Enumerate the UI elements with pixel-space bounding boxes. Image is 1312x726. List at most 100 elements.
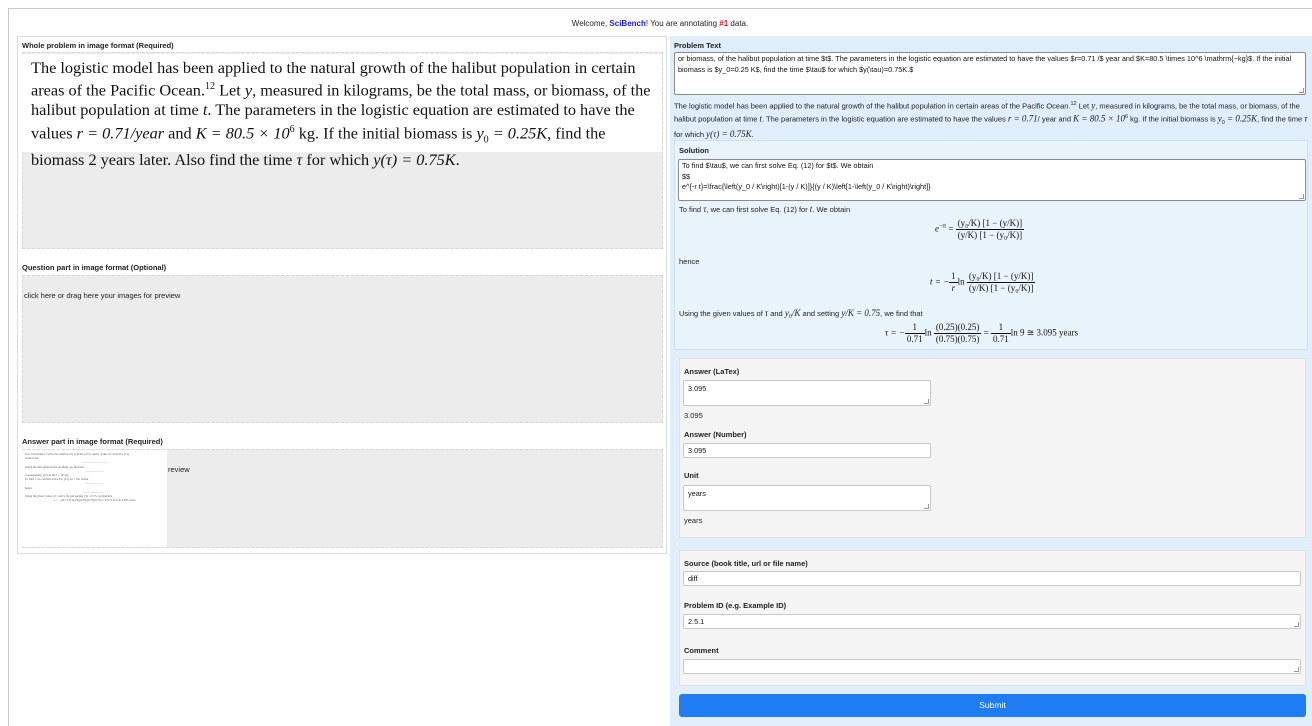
resize-handle-icon[interactable] — [924, 399, 929, 404]
rendered-2: Let — [1076, 101, 1092, 111]
eq3-eq: = — [981, 327, 991, 338]
eq3-071: 0.71 — [906, 334, 923, 344]
rendered-7: , find the time — [1257, 114, 1305, 124]
eq2-denominator: (y/K) [1 − (y₀/K)] — [968, 283, 1034, 293]
answer-drop-text: review — [168, 465, 190, 474]
rendered-r: r = 0.71 — [1007, 113, 1038, 124]
problem-id-input[interactable]: 2.5.1 — [683, 614, 1301, 629]
answer-latex-label: Answer (LaTex) — [684, 367, 740, 376]
eq3-ln: ln — [924, 327, 932, 338]
rendered-ytau: y(τ) = 0.75K — [706, 128, 752, 139]
answer-part-title: Answer part in image format (Required) — [22, 437, 163, 446]
eq1-denominator: (y/K) [1 − (y₀/K)] — [957, 230, 1023, 240]
submit-button[interactable]: Submit — [679, 694, 1306, 717]
problem-footnote: 12 — [205, 81, 216, 93]
rendered-1: The logistic model has been applied to t… — [674, 101, 1071, 111]
rendered-y0-val: = 0.25K — [1224, 113, 1258, 124]
sol-r3-yk: y/K = 0.75 — [841, 308, 881, 318]
problem-id-value: 2.5.1 — [688, 617, 705, 626]
unit-input[interactable]: years — [683, 485, 931, 511]
solution-line-2: $$ — [682, 171, 691, 181]
whole-problem-title: Whole problem in image format (Required) — [22, 41, 174, 50]
answer-latex-input[interactable]: 3.095 — [683, 380, 931, 406]
eq2-r: r — [951, 283, 956, 293]
question-drop-text: click here or drag here your images for … — [24, 291, 181, 300]
resize-handle-icon[interactable] — [1299, 194, 1304, 199]
resize-handle-icon[interactable] — [1299, 88, 1304, 93]
answer-image-thumbnail: It is convenient to write the solution o… — [22, 450, 167, 547]
equation-2: t = −1 r ln (y₀/K) [1 − (y/K)] (y/K) [1 − (… — [930, 271, 1036, 294]
eq3-one: 1 — [904, 322, 925, 334]
problem-K-unit: kg. If the initial biomass is — [294, 123, 477, 143]
unit-label: Unit — [684, 471, 699, 480]
problem-id-label: Problem ID (e.g. Example ID) — [684, 601, 787, 610]
problem-text-input[interactable]: or biomass, of the halibut population at… — [674, 52, 1306, 95]
welcome-prefix: Welcome, — [571, 19, 610, 28]
solution-input[interactable]: To find $\tau$, we can first solve Eq. (… — [678, 159, 1306, 201]
problem-text-value: or biomass, of the halibut population at… — [678, 54, 1292, 74]
answer-latex-rendered: 3.095 — [684, 411, 703, 420]
sol-r3-d: , we find that — [880, 309, 923, 318]
eq2-ln: ln — [957, 276, 965, 287]
eq3-numerator: (0.25)(0.25) — [933, 322, 982, 334]
sol-r3-b: and — [768, 309, 785, 318]
welcome-mid: ! You are annotating — [645, 19, 720, 28]
equation-3: τ = −1 0.71 ln (0.25)(0.25) (0.75)(0.75) = … — [885, 322, 1078, 345]
rendered-6: kg. If the initial biomass is — [1128, 114, 1218, 124]
eq3-denominator: (0.75)(0.75) — [935, 334, 980, 344]
eq3-lhs: τ = − — [885, 327, 905, 338]
solution-rendered-line-3: Using the given values of τ and y₀/K and… — [679, 308, 923, 320]
problem-r: r = 0.71/year — [76, 123, 165, 143]
comment-input[interactable] — [683, 659, 1301, 674]
source-label: Source (book title, url or file name) — [684, 559, 808, 568]
sol-r3-y0: y₀/K — [784, 308, 801, 318]
problem-text-title: Problem Text — [674, 41, 721, 50]
answer-number-input[interactable]: 3.095 — [683, 443, 931, 458]
solution-title: Solution — [679, 146, 709, 155]
problem-y0-val: = 0.25K — [488, 123, 548, 143]
sol-r1-c: . We obtain — [812, 205, 851, 214]
solution-rendered-line-1: To find τ, we can first solve Eq. (12) f… — [679, 204, 850, 216]
rendered-K: K = 80.5 × 10 — [1073, 113, 1126, 124]
eq3-tail: ln 9 ≅ 3.095 years — [1010, 327, 1078, 338]
rendered-4: . The parameters in the logistic equatio… — [762, 114, 1008, 124]
problem-end: . — [455, 149, 460, 169]
problem-y0: y — [476, 123, 484, 143]
problem-ytau: y(τ) = 0.75K — [373, 149, 456, 169]
welcome-banner: Welcome, SciBench! You are annotating #1… — [8, 19, 1312, 28]
annotation-count: #1 — [719, 19, 729, 28]
answer-number-label: Answer (Number) — [684, 430, 747, 439]
equation-1: e−rt = (y₀/K) [1 − (y/K)] (y/K) [1 − (y₀/… — [935, 218, 1025, 241]
rendered-5: / year and — [1037, 114, 1074, 124]
user-name: SciBench — [609, 19, 646, 28]
source-input[interactable]: diff — [683, 571, 1301, 586]
problem-text-6: for which — [302, 149, 374, 169]
welcome-suffix: data. — [728, 19, 749, 28]
solution-line-1: To find $\tau$, we can first solve Eq. (… — [682, 161, 874, 170]
unit-rendered: years — [684, 516, 703, 525]
answer-number-value: 3.095 — [688, 446, 707, 455]
source-value: diff — [688, 574, 698, 583]
eq3-one-b: 1 — [990, 322, 1011, 334]
rendered-8: for which — [674, 129, 707, 139]
rendered-tau: τ — [1304, 113, 1308, 124]
eq1-numerator: (y₀/K) [1 − (y/K)] — [955, 218, 1025, 230]
eq2-numerator: (y₀/K) [1 − (y/K)] — [966, 271, 1036, 283]
problem-image-preview: The logistic model has been applied to t… — [22, 54, 662, 169]
eq2-one: 1 — [949, 271, 958, 283]
eq1-lhs-exp: −rt — [939, 223, 947, 230]
problem-text-2: Let — [215, 80, 245, 100]
resize-handle-icon[interactable] — [1294, 667, 1299, 672]
resize-handle-icon[interactable] — [1294, 622, 1299, 627]
hence-text: hence — [679, 257, 700, 266]
problem-text-rendered: The logistic model has been applied to t… — [674, 99, 1308, 140]
resize-handle-icon[interactable] — [924, 504, 929, 509]
unit-value: years — [688, 489, 706, 498]
eq3-071-b: 0.71 — [992, 334, 1009, 344]
eq2-lhs: t = − — [930, 276, 950, 287]
answer-latex-value: 3.095 — [688, 384, 707, 393]
eq1-eq: = — [946, 223, 956, 234]
problem-K: K = 80.5 × 10 — [195, 123, 290, 143]
comment-label: Comment — [684, 646, 719, 655]
sol-r3-a: Using the given values of — [679, 309, 765, 318]
